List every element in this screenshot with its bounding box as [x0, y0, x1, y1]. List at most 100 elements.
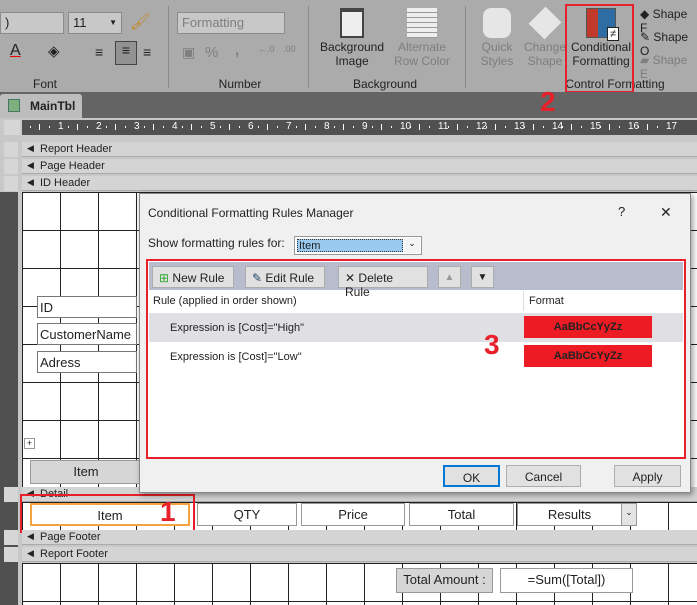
change-shape-button[interactable]: Change Shape [520, 6, 570, 68]
align-right-icon[interactable]: ≡ [143, 44, 151, 60]
horizontal-ruler: 1 2 3 4 5 6 7 8 9 10 11 12 13 14 15 16 17 [22, 120, 697, 135]
ruler-tick [115, 124, 116, 130]
column-header-rule: Rule (applied in order shown) [153, 295, 297, 307]
ruler-tick [343, 124, 344, 130]
font-size-combo[interactable]: 11 ▼ [68, 12, 122, 34]
number-format-combo[interactable]: Formatting [177, 12, 285, 34]
comma-icon[interactable]: , [235, 42, 239, 59]
annotation-number-3: 3 [484, 329, 500, 360]
ruler-tick-label: 9 [362, 121, 368, 132]
font-color-icon[interactable]: A [10, 42, 21, 60]
ruler-tick [124, 126, 126, 128]
id-label[interactable]: ID [37, 296, 137, 318]
address-label[interactable]: Adress [37, 351, 137, 373]
ruler-tick [86, 126, 88, 128]
ruler-tick [419, 124, 420, 130]
label: Edit Rule [265, 271, 315, 285]
customer-name-label[interactable]: CustomerName [37, 323, 137, 345]
tab-maintbl[interactable]: MainTbl [0, 94, 82, 118]
ruler-tick [599, 126, 601, 128]
ruler-tick [637, 126, 639, 128]
triangle-down-icon: ▼ [477, 272, 488, 283]
background-image-button[interactable]: Background Image [318, 6, 386, 72]
rule-row[interactable]: Expression is [Cost]="High" AaBbCcYyZz [149, 313, 683, 342]
section-selector[interactable] [4, 159, 18, 174]
section-selector[interactable] [4, 487, 18, 502]
decrease-decimal-icon[interactable]: .00 [283, 44, 296, 54]
section-selector[interactable] [4, 142, 18, 157]
results-combobox[interactable]: Results [517, 503, 622, 526]
section-selector[interactable] [4, 547, 18, 562]
ruler-tick-label: 8 [324, 121, 330, 132]
shapes-icon [528, 6, 562, 40]
quick-styles-icon [483, 8, 511, 38]
ruler-tick-label: 2 [96, 121, 102, 132]
band-report-footer[interactable]: Report Footer [22, 547, 697, 562]
align-center-icon[interactable]: ≡ [115, 41, 137, 65]
section-selector[interactable] [4, 530, 18, 545]
move-down-button[interactable]: ▼ [471, 266, 494, 288]
ruler-tick [305, 124, 306, 130]
item-header-label[interactable]: Item [30, 460, 142, 484]
increase-decimal-icon[interactable]: ←.0 [258, 44, 275, 54]
ruler-tick [561, 126, 563, 128]
paint-bucket-icon: ◆ [640, 7, 650, 21]
font-name-combo[interactable]: ) [0, 12, 64, 34]
ruler-tick [381, 124, 382, 130]
ruler-tick [571, 124, 572, 130]
delete-rule-button[interactable]: ✕ Delete Rule [338, 266, 428, 299]
total-amount-label[interactable]: Total Amount : [396, 568, 493, 593]
apply-button[interactable]: Apply [614, 465, 681, 487]
annotation-number-2: 2 [540, 86, 556, 117]
edit-rule-button[interactable]: ✎ Edit Rule [245, 266, 325, 288]
total-amount-textbox[interactable]: =Sum([Total]) [500, 568, 633, 593]
dialog-title: Conditional Formatting Rules Manager [148, 206, 354, 220]
currency-icon[interactable]: ▣ [182, 44, 195, 61]
rule-expression: Expression is [Cost]="High" [170, 322, 305, 334]
ruler-tick-label: 17 [666, 121, 678, 132]
chevron-down-icon: ▼ [109, 18, 117, 27]
font-group-label: Font [32, 77, 57, 91]
band-report-header[interactable]: Report Header [22, 142, 697, 157]
cancel-button[interactable]: Cancel [506, 465, 581, 487]
ruler-tick [542, 126, 544, 128]
ruler-tick [276, 126, 278, 128]
band-page-header[interactable]: Page Header [22, 159, 697, 174]
percent-icon[interactable]: % [205, 44, 218, 61]
ruler-tick [257, 126, 259, 128]
ruler-tick-label: 3 [134, 121, 140, 132]
move-up-button[interactable]: ▲ [438, 266, 461, 288]
help-button[interactable]: ? [618, 204, 625, 219]
price-textbox[interactable]: Price [301, 503, 405, 526]
ruler-tick [428, 126, 430, 128]
new-rule-button[interactable]: ⊞ New Rule [152, 266, 234, 288]
chevron-down-icon[interactable]: ⌄ [621, 503, 637, 526]
band-id-header[interactable]: ID Header [22, 176, 697, 191]
band-page-footer[interactable]: Page Footer [22, 530, 697, 545]
format-painter-icon[interactable]: 🖌 [130, 12, 150, 32]
report-selector[interactable] [4, 120, 20, 135]
ruler-tick [105, 126, 107, 128]
show-rules-select[interactable]: Item ⌄ [294, 236, 422, 255]
report-icon [8, 99, 20, 112]
quick-styles-button[interactable]: Quick Styles [472, 6, 522, 68]
section-selector[interactable] [4, 176, 18, 191]
ruler-tick [457, 124, 458, 130]
chevron-down-icon: ⌄ [404, 238, 420, 253]
label: Styles [480, 54, 514, 68]
qty-textbox[interactable]: QTY [197, 503, 297, 526]
move-handle-icon[interactable]: + [24, 438, 35, 449]
ok-button[interactable]: OK [443, 465, 500, 487]
divider [465, 6, 466, 88]
ruler-tick [314, 126, 316, 128]
ruler-tick-label: 7 [286, 121, 292, 132]
close-button[interactable]: ✕ [660, 204, 672, 221]
ruler-tick [143, 126, 145, 128]
rule-row[interactable]: Expression is [Cost]="Low" AaBbCcYyZz [149, 342, 683, 371]
align-left-icon[interactable]: ≡ [95, 44, 103, 60]
fill-color-icon[interactable]: ◈ [48, 42, 60, 60]
triangle-up-icon: ▲ [444, 272, 455, 283]
alternate-row-color-button[interactable]: Alternate Row Color [388, 6, 456, 72]
number-format-value: Formatting [182, 15, 245, 30]
total-textbox[interactable]: Total [409, 503, 514, 526]
